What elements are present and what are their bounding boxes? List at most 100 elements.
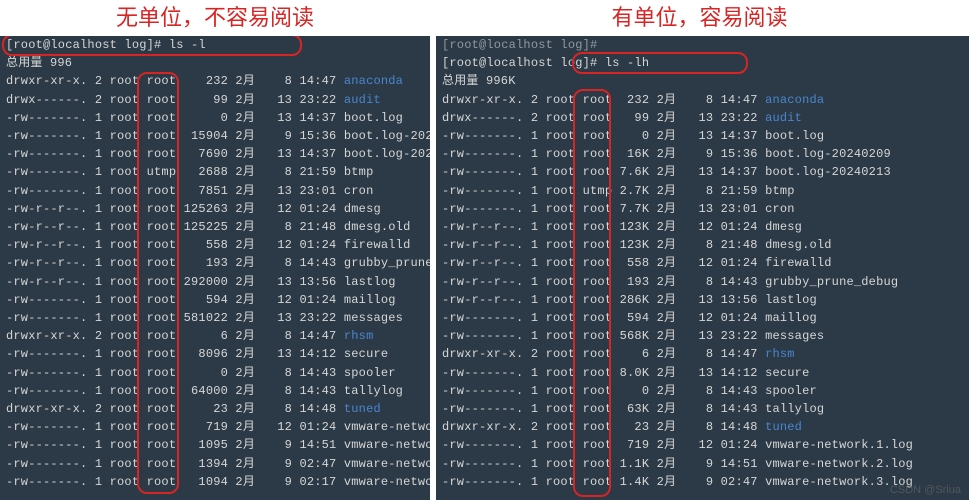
file-name: secure <box>765 366 809 380</box>
file-name: rhsm <box>344 329 374 343</box>
list-row: -rw-r--r--. 1 root root 286K 2月 13 13:56… <box>436 291 969 309</box>
list-row: -rw-------. 1 root root 594 2月 12 01:24 … <box>436 309 969 327</box>
watermark: CSDN @Srlua <box>890 484 961 496</box>
list-row: -rw-------. 1 root root 64000 2月 8 14:43… <box>0 382 430 400</box>
list-row: -rw-------. 1 root root 0 2月 8 14:43 spo… <box>436 382 969 400</box>
file-name: dmesg.old <box>344 220 411 234</box>
compare-panes: [root@localhost log]# ls -l 总用量 996 drwx… <box>0 36 969 500</box>
list-row: -rw-------. 1 root root 63K 2月 8 14:43 t… <box>436 400 969 418</box>
list-row: -rw-------. 1 root root 1095 2月 9 14:51 … <box>0 436 430 454</box>
list-row: -rw-r--r--. 1 root root 125225 2月 8 21:4… <box>0 218 430 236</box>
file-name: audit <box>344 93 381 107</box>
listing-right: drwxr-xr-x. 2 root root 232 2月 8 14:47 a… <box>436 91 969 491</box>
list-row: -rw-------. 1 root root 15904 2月 9 15:36… <box>0 127 430 145</box>
file-name: tuned <box>344 402 381 416</box>
list-row: -rw-------. 1 root root 719 2月 12 01:24 … <box>0 418 430 436</box>
file-name: vmware-network.4.log <box>344 475 430 489</box>
file-name: vmware-network.3.log <box>344 457 430 471</box>
file-name: boot.log-20240213 <box>344 147 430 161</box>
file-name: boot.log-20240209 <box>344 129 430 143</box>
file-name: dmesg.old <box>765 238 832 252</box>
file-name: btmp <box>344 165 374 179</box>
list-row: -rw-r--r--. 1 root root 123K 2月 8 21:48 … <box>436 236 969 254</box>
terminal-right[interactable]: [root@localhost log]# [root@localhost lo… <box>436 36 969 500</box>
total-line-right: 总用量 996K <box>436 72 969 90</box>
file-name: vmware-network.2.log <box>344 438 430 452</box>
file-name: anaconda <box>765 93 824 107</box>
list-row: -rw-------. 1 root root 7690 2月 13 14:37… <box>0 145 430 163</box>
list-row: -rw-------. 1 root root 7851 2月 13 23:01… <box>0 182 430 200</box>
list-row: -rw-------. 1 root root 8.0K 2月 13 14:12… <box>436 364 969 382</box>
list-row: -rw-r--r--. 1 root root 558 2月 12 01:24 … <box>436 254 969 272</box>
list-row: -rw-------. 1 root root 16K 2月 9 15:36 b… <box>436 145 969 163</box>
heading-right: 有单位，容易阅读 <box>430 0 969 36</box>
list-row: drwx------. 2 root root 99 2月 13 23:22 a… <box>0 91 430 109</box>
file-name: secure <box>344 347 388 361</box>
file-name: maillog <box>344 293 396 307</box>
list-row: -rw-------. 1 root root 594 2月 12 01:24 … <box>0 291 430 309</box>
file-name: tallylog <box>765 402 824 416</box>
list-row: -rw-r--r--. 1 root root 292000 2月 13 13:… <box>0 273 430 291</box>
file-name: messages <box>765 329 824 343</box>
file-name: vmware-network.2.log <box>765 457 913 471</box>
list-row: -rw-------. 1 root root 1.1K 2月 9 14:51 … <box>436 455 969 473</box>
list-row: -rw-------. 1 root root 581022 2月 13 23:… <box>0 309 430 327</box>
list-row: drwxr-xr-x. 2 root root 6 2月 8 14:47 rhs… <box>436 345 969 363</box>
list-row: -rw-------. 1 root root 7.7K 2月 13 23:01… <box>436 200 969 218</box>
command-text: ls -l <box>169 38 206 52</box>
trunc-line-right: [root@localhost log]# <box>436 36 969 54</box>
list-row: -rw-------. 1 root root 568K 2月 13 23:22… <box>436 327 969 345</box>
file-name: boot.log-20240209 <box>765 147 891 161</box>
list-row: -rw-------. 1 root root 719 2月 12 01:24 … <box>436 436 969 454</box>
file-name: dmesg <box>765 220 802 234</box>
list-row: -rw-------. 1 root root 0 2月 13 14:37 bo… <box>0 109 430 127</box>
list-row: -rw-r--r--. 1 root root 193 2月 8 14:43 g… <box>0 254 430 272</box>
list-row: -rw-------. 1 root root 1094 2月 9 02:17 … <box>0 473 430 491</box>
file-name: cron <box>344 184 374 198</box>
heading-row: 无单位，不容易阅读 有单位，容易阅读 <box>0 0 969 36</box>
file-name: boot.log <box>344 111 403 125</box>
list-row: -rw-------. 1 root root 7.6K 2月 13 14:37… <box>436 163 969 181</box>
list-row: drwx------. 2 root root 99 2月 13 23:22 a… <box>436 109 969 127</box>
file-name: btmp <box>765 184 795 198</box>
file-name: lastlog <box>344 275 396 289</box>
file-name: grubby_prune_debug <box>765 275 898 289</box>
file-name: firewalld <box>344 238 411 252</box>
terminal-left[interactable]: [root@localhost log]# ls -l 总用量 996 drwx… <box>0 36 430 500</box>
file-name: lastlog <box>765 293 817 307</box>
file-name: maillog <box>765 311 817 325</box>
prompt-line-right[interactable]: [root@localhost log]# ls -lh <box>436 54 969 72</box>
file-name: spooler <box>765 384 817 398</box>
file-name: vmware-network.1.log <box>765 438 913 452</box>
file-name: tuned <box>765 420 802 434</box>
list-row: drwxr-xr-x. 2 root root 23 2月 8 14:48 tu… <box>0 400 430 418</box>
list-row: -rw-r--r--. 1 root root 193 2月 8 14:43 g… <box>436 273 969 291</box>
file-name: tallylog <box>344 384 403 398</box>
file-name: audit <box>765 111 802 125</box>
file-name: boot.log <box>765 129 824 143</box>
list-row: -rw-------. 1 root utmp 2688 2月 8 21:59 … <box>0 163 430 181</box>
file-name: messages <box>344 311 403 325</box>
list-row: drwxr-xr-x. 2 root root 23 2月 8 14:48 tu… <box>436 418 969 436</box>
prompt-line-left[interactable]: [root@localhost log]# ls -l <box>0 36 430 54</box>
total-line-left: 总用量 996 <box>0 54 430 72</box>
list-row: -rw-------. 1 root utmp 2.7K 2月 8 21:59 … <box>436 182 969 200</box>
list-row: -rw-------. 1 root root 0 2月 8 14:43 spo… <box>0 364 430 382</box>
list-row: drwxr-xr-x. 2 root root 6 2月 8 14:47 rhs… <box>0 327 430 345</box>
file-name: boot.log-20240213 <box>765 165 891 179</box>
list-row: -rw-r--r--. 1 root root 125263 2月 12 01:… <box>0 200 430 218</box>
list-row: drwxr-xr-x. 2 root root 232 2月 8 14:47 a… <box>0 72 430 90</box>
list-row: -rw-------. 1 root root 1394 2月 9 02:47 … <box>0 455 430 473</box>
file-name: dmesg <box>344 202 381 216</box>
file-name: anaconda <box>344 74 403 88</box>
command-text: ls -lh <box>605 56 649 70</box>
list-row: -rw-r--r--. 1 root root 558 2月 12 01:24 … <box>0 236 430 254</box>
prompt-text: [root@localhost log]# <box>442 56 605 70</box>
file-name: grubby_prune_debug <box>344 256 430 270</box>
list-row: -rw-------. 1 root root 0 2月 13 14:37 bo… <box>436 127 969 145</box>
listing-left: drwxr-xr-x. 2 root root 232 2月 8 14:47 a… <box>0 72 430 491</box>
list-row: -rw-r--r--. 1 root root 123K 2月 12 01:24… <box>436 218 969 236</box>
list-row: -rw-------. 1 root root 8096 2月 13 14:12… <box>0 345 430 363</box>
file-name: cron <box>765 202 795 216</box>
file-name: vmware-network.1.log <box>344 420 430 434</box>
